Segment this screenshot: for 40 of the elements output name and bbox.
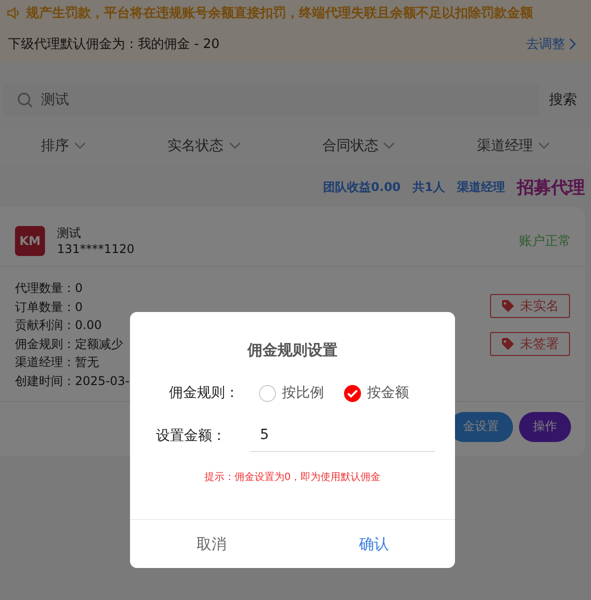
- cancel-button[interactable]: 取消: [130, 520, 292, 568]
- radio-option[interactable]: 按金额: [344, 384, 409, 402]
- chevron-down-icon: [74, 142, 86, 150]
- filter-dropdown[interactable]: 实名状态: [162, 136, 247, 156]
- search-button[interactable]: 搜索: [549, 90, 577, 108]
- rule-label: 佣金规则：: [169, 384, 239, 402]
- status-tag: 未实名: [490, 294, 570, 318]
- tag-icon: [501, 299, 515, 313]
- detail-text: 贡献利润：0.00: [15, 317, 102, 334]
- chevron-down-icon: [228, 142, 241, 150]
- action-button[interactable]: 操作: [519, 412, 571, 442]
- stat-text: 团队收益0.00: [323, 179, 401, 196]
- chevron-down-icon: [538, 142, 550, 150]
- agent-phone: 131****1120: [57, 242, 136, 256]
- stat-text: 共1人: [412, 179, 445, 196]
- agent-name: 测试: [57, 225, 82, 242]
- filter-dropdown[interactable]: 合同状态: [316, 136, 402, 156]
- detail-text: 代理数量：0: [15, 280, 83, 297]
- hint-text: 提示：佣金设置为0，即为使用默认佣金: [203, 470, 382, 484]
- tag-icon: [501, 337, 515, 351]
- adjust-link[interactable]: 去调整: [526, 34, 577, 52]
- filter-dropdown[interactable]: 排序: [34, 136, 92, 156]
- detail-text: 佣金规则：定额减少: [15, 336, 123, 353]
- notice-text: 规产生罚款，平台将在违规账号余额直接扣罚，终端代理失联且余额不足以扣除罚款金额: [26, 4, 533, 22]
- detail-text: 渠道经理：暂无: [15, 354, 99, 372]
- filter-dropdown[interactable]: 渠道经理: [471, 136, 556, 156]
- stat-text: 渠道经理: [457, 179, 505, 196]
- chevron-right-icon: [569, 38, 577, 50]
- status-tag: 未签署: [490, 332, 570, 356]
- logo-icon: KM: [15, 226, 45, 256]
- chevron-down-icon: [383, 142, 396, 150]
- confirm-button[interactable]: 确认: [292, 520, 455, 568]
- radio-option[interactable]: 按比例: [259, 384, 324, 402]
- default-commission-text: 下级代理默认佣金为：我的佣金 - 20: [8, 36, 220, 52]
- dialog-title: 佣金规则设置: [246, 341, 338, 360]
- detail-text: 订单数量：0: [15, 298, 83, 316]
- amount-label: 设置金额：: [156, 426, 226, 444]
- recruit-link[interactable]: 招募代理: [517, 176, 585, 199]
- account-status: 账户正常: [519, 232, 571, 250]
- detail-text: 创建时间：2025-03-: [15, 372, 130, 390]
